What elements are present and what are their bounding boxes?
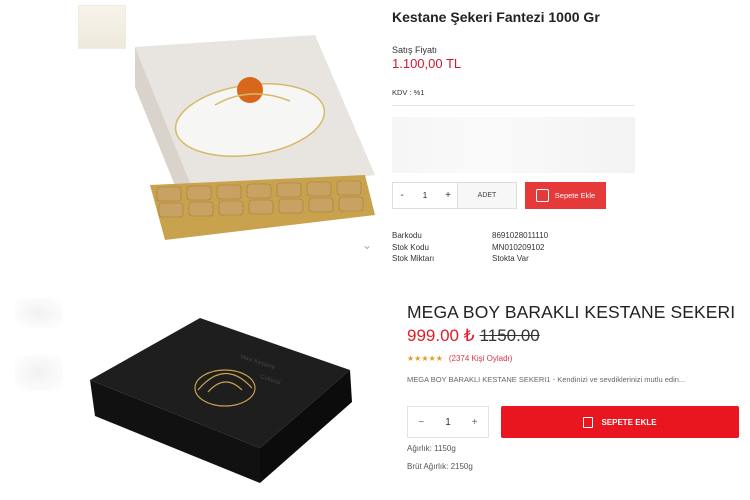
product2-price: 999.00 ₺ 1150.00: [407, 326, 540, 346]
product1-specs: Barkodu 8691028011110 Stok Kodu MN01020910…: [392, 230, 548, 265]
add-to-cart-label: Sepete Ekle: [554, 191, 596, 200]
qty-input[interactable]: 1: [435, 417, 462, 428]
rating-count[interactable]: (2374 Kişi Oyladı): [449, 354, 513, 363]
product1-kdv: KDV : %1: [392, 88, 425, 97]
spec-row: Stok Kodu MN010209102: [392, 242, 545, 252]
shopping-bag-icon: [535, 189, 549, 202]
product2-thumbnail[interactable]: [15, 298, 63, 328]
product2-image: Mavi Kestane Cultural: [90, 318, 352, 483]
product1-title: Kestane Şekeri Fantezi 1000 Gr: [392, 9, 600, 25]
chevron-down-icon[interactable]: ⌄: [362, 238, 372, 252]
divider: [392, 105, 635, 106]
product2-rating[interactable]: ★★★★★ (2374 Kişi Oyladı): [407, 354, 512, 363]
spec-row: Barkodu 8691028011110: [392, 231, 549, 240]
product2-weight: Ağırlık: 1150g: [407, 444, 456, 453]
product2-description: MEGA BOY BARAKLI KESTANE SEKERI1 - Kendi…: [407, 375, 686, 384]
product2-gross-weight: Brüt Ağırlık: 2150g: [407, 462, 473, 471]
old-price: 1150.00: [479, 326, 540, 345]
product2-quantity-stepper[interactable]: − 1 +: [407, 406, 489, 438]
unit-select[interactable]: ADET: [457, 183, 516, 208]
qty-minus-button[interactable]: −: [408, 417, 435, 428]
shopping-bag-icon: [583, 416, 594, 428]
product1-image: [135, 35, 375, 240]
add-to-cart-button[interactable]: SEPETE EKLE: [501, 406, 739, 438]
product1-options-panel: [392, 117, 635, 173]
qty-input[interactable]: 1: [411, 191, 439, 200]
current-price: 999.00 ₺: [407, 326, 475, 345]
add-to-cart-label: SEPETE EKLE: [601, 417, 657, 427]
product1-price-label: Satış Fiyatı: [392, 45, 438, 55]
add-to-cart-button[interactable]: Sepete Ekle: [525, 182, 606, 209]
product1-quantity-stepper[interactable]: - 1 + ADET: [392, 182, 517, 209]
qty-plus-button[interactable]: +: [439, 190, 457, 201]
product2-title: MEGA BOY BARAKLI KESTANE SEKERI: [407, 302, 736, 322]
star-icons: ★★★★★: [407, 354, 443, 363]
spec-row: Stok Miktarı Stokta Var: [392, 254, 529, 263]
qty-minus-button[interactable]: -: [393, 190, 411, 201]
product1-price: 1.100,00 TL: [392, 56, 462, 71]
product2-thumbnail[interactable]: [15, 355, 63, 391]
product1-thumbnail[interactable]: [78, 5, 126, 49]
qty-plus-button[interactable]: +: [461, 417, 488, 428]
